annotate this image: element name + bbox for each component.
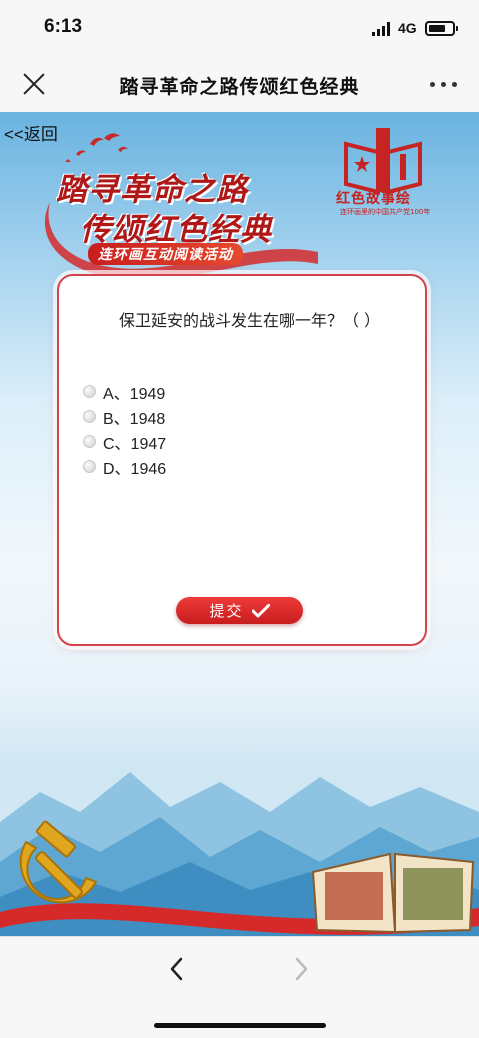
option-label: C、1947	[103, 435, 167, 453]
option-label: A、1949	[103, 385, 166, 403]
page-title: 踏寻革命之路传颂红色经典	[119, 76, 360, 98]
logo-name: 红色故事绘	[336, 191, 411, 207]
option-b[interactable]: B、1948	[83, 404, 166, 429]
logo-slogan: 连环画里的中国共产党100年	[340, 208, 431, 216]
quiz-card: 保卫延安的战斗发生在哪一年？（ ） A、1949 B、1948 C、1947 D…	[57, 274, 427, 646]
option-a[interactable]: A、1949	[83, 379, 166, 404]
option-label: B、1948	[103, 410, 166, 428]
status-bar: 6:13 4G	[0, 0, 479, 58]
nav-bar: 踏寻革命之路传颂红色经典	[0, 58, 479, 112]
radio-button-icon[interactable]	[83, 460, 96, 473]
checkmark-icon	[251, 603, 270, 617]
submit-button[interactable]: 提交	[176, 597, 303, 624]
banner-title-line1: 踏寻革命之路	[56, 172, 248, 208]
home-indicator	[154, 1023, 326, 1028]
open-book-illustration	[311, 852, 475, 934]
content-area: <<返回 踏寻革命之路 传颂红色经典 连环画互动阅读活动 红色故事绘 连环画里的…	[0, 112, 479, 936]
battery-icon	[425, 21, 458, 36]
back-arrow-icon[interactable]	[166, 954, 188, 984]
option-c[interactable]: C、1947	[83, 429, 166, 454]
status-time: 6:13	[44, 16, 83, 37]
radio-button-icon[interactable]	[83, 385, 96, 398]
back-link[interactable]: <<返回	[4, 120, 58, 145]
more-options-icon[interactable]	[430, 82, 460, 90]
hammer-sickle-emblem-icon	[19, 820, 98, 904]
submit-label: 提交	[209, 602, 244, 620]
option-d[interactable]: D、1946	[83, 454, 166, 479]
forward-arrow-icon	[295, 957, 308, 981]
network-label: 4G	[398, 20, 417, 36]
close-button[interactable]	[22, 72, 46, 96]
radio-button-icon[interactable]	[83, 435, 96, 448]
question-text: 保卫延安的战斗发生在哪一年？（ ）	[119, 311, 381, 330]
bottom-toolbar	[0, 936, 479, 1038]
options-list: A、1949 B、1948 C、1947 D、1946	[83, 379, 166, 479]
signal-icon	[372, 22, 392, 36]
banner-subtitle: 连环画互动阅读活动	[88, 243, 243, 265]
option-label: D、1946	[103, 460, 167, 478]
radio-button-icon[interactable]	[83, 410, 96, 423]
